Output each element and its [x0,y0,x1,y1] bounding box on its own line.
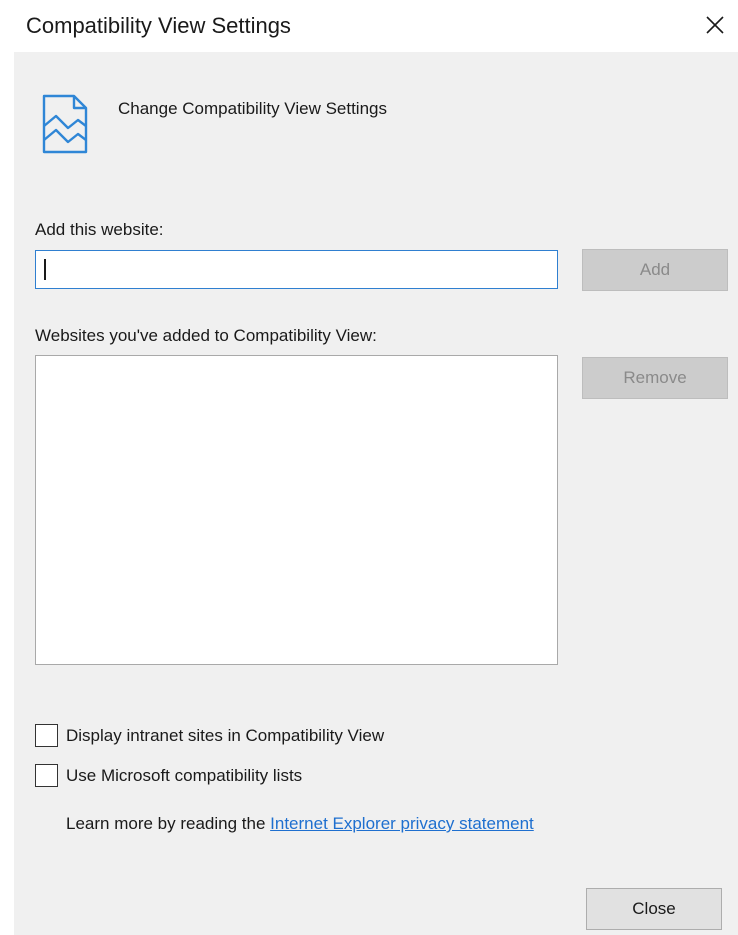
dialog-title: Compatibility View Settings [26,13,291,38]
dialog-body: Change Compatibility View Settings Add t… [14,52,738,935]
intranet-checkbox[interactable] [35,724,58,747]
title-bar: Compatibility View Settings [0,0,738,52]
intranet-checkbox-label[interactable]: Display intranet sites in Compatibility … [66,726,384,746]
header-title: Change Compatibility View Settings [118,99,387,118]
add-website-input[interactable] [35,250,558,289]
learn-more-prefix: Learn more by reading the [66,814,266,833]
compatibility-view-settings-dialog: Compatibility View Settings Change Compa… [0,0,738,935]
ms-lists-option[interactable]: Use Microsoft compatibility lists [35,764,302,787]
ms-lists-checkbox-label[interactable]: Use Microsoft compatibility lists [66,766,302,786]
added-websites-list[interactable] [35,355,558,665]
privacy-statement-link[interactable]: Internet Explorer privacy statement [270,814,534,833]
close-icon[interactable] [700,10,730,40]
added-websites-label: Websites you've added to Compatibility V… [35,326,377,345]
learn-more-text: Learn more by reading the Internet Explo… [66,814,534,834]
add-website-label: Add this website: [35,220,164,239]
ms-lists-checkbox[interactable] [35,764,58,787]
intranet-option[interactable]: Display intranet sites in Compatibility … [35,724,384,747]
compatibility-view-icon [40,92,92,156]
text-caret [44,259,46,280]
close-button[interactable]: Close [586,888,722,930]
remove-button[interactable]: Remove [582,357,728,399]
add-button[interactable]: Add [582,249,728,291]
